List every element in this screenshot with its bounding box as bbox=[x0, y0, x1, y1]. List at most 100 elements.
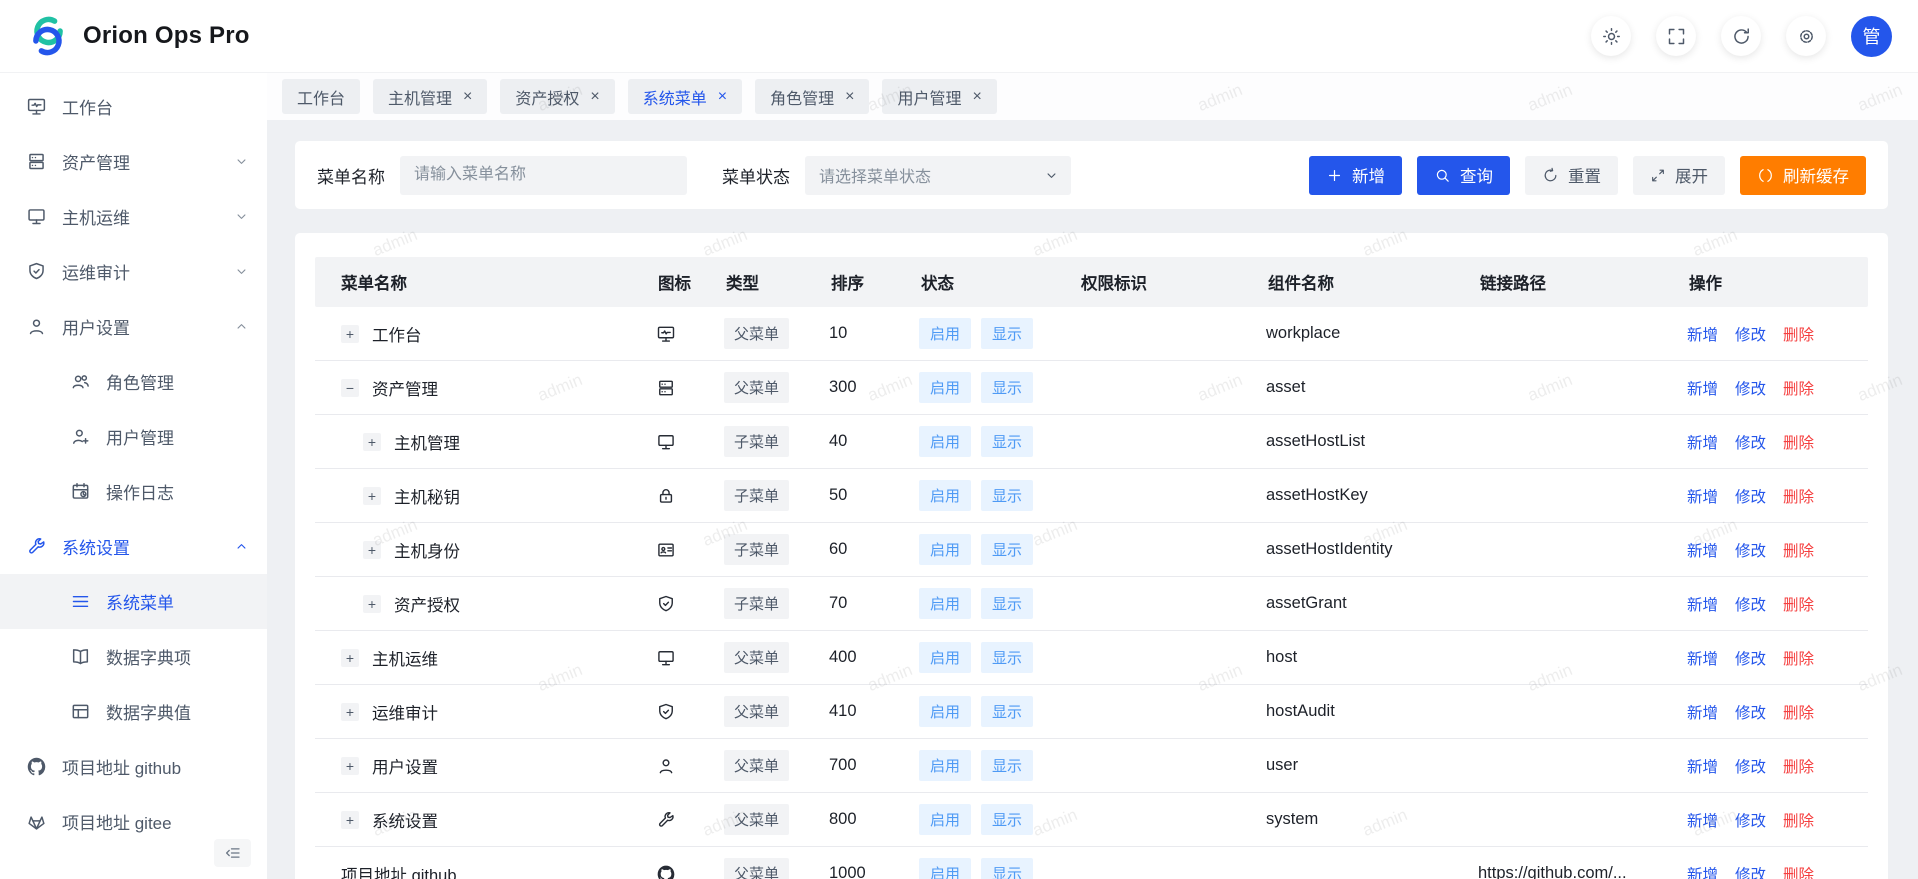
row-op-edit[interactable]: 修改 bbox=[1735, 647, 1766, 669]
sidebar-item-asset-mgmt[interactable]: 资产管理 bbox=[0, 134, 267, 189]
menu-icon bbox=[70, 591, 91, 612]
row-expander[interactable]: + bbox=[341, 757, 359, 775]
tab-workbench[interactable]: 工作台 bbox=[282, 79, 360, 114]
row-op-add[interactable]: 新增 bbox=[1687, 755, 1718, 777]
gear-icon bbox=[1796, 26, 1817, 47]
menu-status-select[interactable]: 请选择菜单状态 bbox=[805, 156, 1071, 195]
row-op-add[interactable]: 新增 bbox=[1687, 809, 1718, 831]
row-op-delete[interactable]: 删除 bbox=[1783, 809, 1814, 831]
row-expander[interactable]: + bbox=[363, 541, 381, 559]
row-op-edit[interactable]: 修改 bbox=[1735, 593, 1766, 615]
menu-status-placeholder: 请选择菜单状态 bbox=[819, 163, 931, 187]
tab-role-mgmt[interactable]: 角色管理× bbox=[755, 79, 869, 114]
row-expander[interactable]: + bbox=[341, 325, 359, 343]
cell-menu-name: +资产授权 bbox=[315, 592, 656, 616]
status-tag: 显示 bbox=[981, 588, 1033, 619]
row-expander[interactable]: + bbox=[341, 649, 359, 667]
sidebar-subitem-op-log[interactable]: 操作日志 bbox=[0, 464, 267, 519]
row-op-edit[interactable]: 修改 bbox=[1735, 701, 1766, 723]
sidebar-item-user-settings[interactable]: 用户设置 bbox=[0, 299, 267, 354]
row-op-edit[interactable]: 修改 bbox=[1735, 485, 1766, 507]
status-tag: 启用 bbox=[919, 588, 971, 619]
cell-ops: 新增 修改 删除 bbox=[1687, 863, 1868, 879]
row-op-add[interactable]: 新增 bbox=[1687, 323, 1718, 345]
tab-close-icon[interactable]: × bbox=[463, 89, 472, 105]
row-op-add[interactable]: 新增 bbox=[1687, 431, 1718, 453]
expand-icon bbox=[1650, 167, 1666, 183]
row-op-delete[interactable]: 删除 bbox=[1783, 701, 1814, 723]
sidebar-subitem-role-mgmt[interactable]: 角色管理 bbox=[0, 354, 267, 409]
tab-close-icon[interactable]: × bbox=[590, 89, 599, 105]
row-expander[interactable]: − bbox=[341, 379, 359, 397]
tab-asset-grant[interactable]: 资产授权× bbox=[500, 79, 614, 114]
menu-name-input[interactable] bbox=[400, 156, 687, 195]
refresh-cache-button[interactable]: 刷新缓存 bbox=[1740, 156, 1866, 195]
expand-button[interactable]: 展开 bbox=[1633, 156, 1725, 195]
row-op-delete[interactable]: 删除 bbox=[1783, 593, 1814, 615]
fullscreen-button[interactable] bbox=[1656, 16, 1696, 56]
sidebar-item-github[interactable]: 项目地址 github bbox=[0, 739, 267, 794]
row-op-delete[interactable]: 删除 bbox=[1783, 755, 1814, 777]
row-op-add[interactable]: 新增 bbox=[1687, 647, 1718, 669]
sidebar-subitem-user-mgmt[interactable]: 用户管理 bbox=[0, 409, 267, 464]
reset-icon bbox=[1542, 167, 1559, 184]
sidebar-collapse-button[interactable] bbox=[214, 839, 251, 867]
sidebar-subitem-dict-item[interactable]: 数据字典项 bbox=[0, 629, 267, 684]
row-op-add[interactable]: 新增 bbox=[1687, 485, 1718, 507]
sidebar-item-host-ops[interactable]: 主机运维 bbox=[0, 189, 267, 244]
row-op-edit[interactable]: 修改 bbox=[1735, 863, 1766, 879]
row-op-delete[interactable]: 删除 bbox=[1783, 431, 1814, 453]
book-icon bbox=[70, 646, 91, 667]
row-expander[interactable]: + bbox=[363, 595, 381, 613]
row-op-edit[interactable]: 修改 bbox=[1735, 323, 1766, 345]
row-op-edit[interactable]: 修改 bbox=[1735, 431, 1766, 453]
sidebar-item-system-settings[interactable]: 系统设置 bbox=[0, 519, 267, 574]
status-tag: 启用 bbox=[919, 696, 971, 727]
row-expander[interactable]: + bbox=[341, 811, 359, 829]
cell-status: 启用显示 bbox=[919, 642, 1079, 673]
cell-component: host bbox=[1266, 648, 1478, 667]
sidebar-item-workbench[interactable]: 工作台 bbox=[0, 79, 267, 134]
row-op-delete[interactable]: 删除 bbox=[1783, 377, 1814, 399]
tab-system-menu[interactable]: 系统菜单× bbox=[628, 79, 742, 114]
cell-icon bbox=[656, 378, 724, 398]
sidebar-subitem-system-menu[interactable]: 系统菜单 bbox=[0, 574, 267, 629]
row-op-add[interactable]: 新增 bbox=[1687, 593, 1718, 615]
menu-name-text: 运维审计 bbox=[372, 700, 438, 724]
row-expander[interactable]: + bbox=[341, 703, 359, 721]
sidebar-item-ops-audit[interactable]: 运维审计 bbox=[0, 244, 267, 299]
tab-close-icon[interactable]: × bbox=[718, 89, 727, 105]
row-op-add[interactable]: 新增 bbox=[1687, 701, 1718, 723]
reset-button[interactable]: 重置 bbox=[1525, 156, 1618, 195]
search-button[interactable]: 查询 bbox=[1417, 156, 1510, 195]
row-op-edit[interactable]: 修改 bbox=[1735, 377, 1766, 399]
settings-button[interactable] bbox=[1786, 16, 1826, 56]
row-op-add[interactable]: 新增 bbox=[1687, 863, 1718, 879]
tab-user-mgmt[interactable]: 用户管理× bbox=[882, 79, 996, 114]
refresh-button[interactable] bbox=[1721, 16, 1761, 56]
row-expander[interactable]: + bbox=[363, 487, 381, 505]
row-op-add[interactable]: 新增 bbox=[1687, 539, 1718, 561]
row-op-edit[interactable]: 修改 bbox=[1735, 809, 1766, 831]
user-avatar[interactable]: 管 bbox=[1851, 16, 1892, 57]
add-button[interactable]: 新增 bbox=[1309, 156, 1402, 195]
cell-type: 父菜单 bbox=[724, 642, 829, 673]
row-op-delete[interactable]: 删除 bbox=[1783, 863, 1814, 879]
row-op-delete[interactable]: 删除 bbox=[1783, 647, 1814, 669]
tab-close-icon[interactable]: × bbox=[972, 89, 981, 105]
row-op-edit[interactable]: 修改 bbox=[1735, 755, 1766, 777]
sidebar: 工作台资产管理主机运维运维审计用户设置角色管理用户管理操作日志系统设置系统菜单数… bbox=[0, 73, 267, 879]
row-op-delete[interactable]: 删除 bbox=[1783, 539, 1814, 561]
theme-toggle-button[interactable] bbox=[1591, 16, 1631, 56]
row-op-delete[interactable]: 删除 bbox=[1783, 485, 1814, 507]
row-op-add[interactable]: 新增 bbox=[1687, 377, 1718, 399]
cell-sort: 70 bbox=[829, 594, 919, 613]
sidebar-subitem-dict-value[interactable]: 数据字典值 bbox=[0, 684, 267, 739]
tab-host-mgmt[interactable]: 主机管理× bbox=[373, 79, 487, 114]
row-expander[interactable]: + bbox=[363, 433, 381, 451]
user-icon bbox=[656, 756, 676, 776]
row-op-edit[interactable]: 修改 bbox=[1735, 539, 1766, 561]
row-op-delete[interactable]: 删除 bbox=[1783, 323, 1814, 345]
sidebar-item-label: 项目地址 github bbox=[62, 754, 249, 779]
tab-close-icon[interactable]: × bbox=[845, 89, 854, 105]
